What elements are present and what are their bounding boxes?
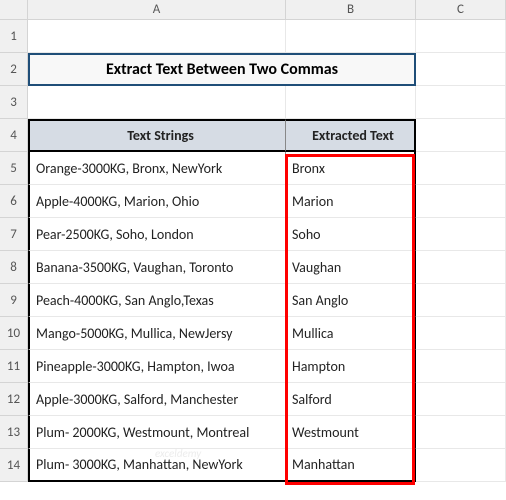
cell-d5[interactable] [416, 152, 506, 185]
col-header-b[interactable]: B [286, 0, 416, 20]
cell-d14[interactable] [416, 449, 506, 482]
cell-d12[interactable] [416, 383, 506, 416]
title-cell[interactable]: Extract Text Between Two Commas [28, 53, 416, 86]
cell-d7[interactable] [416, 218, 506, 251]
table-row[interactable]: Apple-3000KG, Salford, Manchester [28, 383, 286, 416]
col-header-c[interactable]: C [416, 0, 506, 20]
cell-d4[interactable] [416, 119, 506, 152]
row-header-14[interactable]: 14 [0, 449, 28, 482]
cell-d13[interactable] [416, 416, 506, 449]
cell-d11[interactable] [416, 350, 506, 383]
row-header-1[interactable]: 1 [0, 20, 28, 53]
table-row[interactable]: Salford [286, 383, 416, 416]
grid-corner [0, 0, 28, 20]
table-row[interactable]: Orange-3000KG, Bronx, NewYork [28, 152, 286, 185]
table-row[interactable]: Peach-4000KG, San Anglo,Texas [28, 284, 286, 317]
row-header-6[interactable]: 6 [0, 185, 28, 218]
cell-d9[interactable] [416, 284, 506, 317]
row-header-10[interactable]: 10 [0, 317, 28, 350]
row-header-11[interactable]: 11 [0, 350, 28, 383]
table-row[interactable]: Plum- 3000KG, Manhattan, NewYork [28, 449, 286, 482]
table-row[interactable]: Mullica [286, 317, 416, 350]
table-row[interactable]: Mango-5000KG, Mullica, NewJersy [28, 317, 286, 350]
table-row[interactable]: Hampton [286, 350, 416, 383]
col-header-a[interactable]: A [28, 0, 286, 20]
table-row[interactable]: Vaughan [286, 251, 416, 284]
row-header-9[interactable]: 9 [0, 284, 28, 317]
row-header-5[interactable]: 5 [0, 152, 28, 185]
table-row[interactable]: Bronx [286, 152, 416, 185]
cell-b3[interactable] [28, 86, 286, 119]
spreadsheet-grid: A B C 1 2 Extract Text Between Two Comma… [0, 0, 506, 482]
cell-d8[interactable] [416, 251, 506, 284]
table-row[interactable]: Banana-3500KG, Vaughan, Toronto [28, 251, 286, 284]
cell-d10[interactable] [416, 317, 506, 350]
row-header-8[interactable]: 8 [0, 251, 28, 284]
table-row[interactable]: Marion [286, 185, 416, 218]
table-row[interactable]: Soho [286, 218, 416, 251]
table-header-extracted-text[interactable]: Extracted Text [286, 119, 416, 152]
table-row[interactable]: San Anglo [286, 284, 416, 317]
table-row[interactable]: Pineapple-3000KG, Hampton, Iwoa [28, 350, 286, 383]
row-header-13[interactable]: 13 [0, 416, 28, 449]
cell-b1[interactable] [28, 20, 286, 53]
row-header-12[interactable]: 12 [0, 383, 28, 416]
row-header-2[interactable]: 2 [0, 53, 28, 86]
cell-d6[interactable] [416, 185, 506, 218]
table-header-text-strings[interactable]: Text Strings [28, 119, 286, 152]
row-header-4[interactable]: 4 [0, 119, 28, 152]
row-header-3[interactable]: 3 [0, 86, 28, 119]
cell-c1[interactable] [286, 20, 416, 53]
table-row[interactable]: Apple-4000KG, Marion, Ohio [28, 185, 286, 218]
cell-d3[interactable] [416, 86, 506, 119]
row-header-7[interactable]: 7 [0, 218, 28, 251]
table-row[interactable]: Plum- 2000KG, Westmount, Montreal [28, 416, 286, 449]
cell-c3[interactable] [286, 86, 416, 119]
table-row[interactable]: Pear-2500KG, Soho, London [28, 218, 286, 251]
table-row[interactable]: Manhattan [286, 449, 416, 482]
cell-d2[interactable] [416, 53, 506, 86]
cell-d1[interactable] [416, 20, 506, 53]
table-row[interactable]: Westmount [286, 416, 416, 449]
